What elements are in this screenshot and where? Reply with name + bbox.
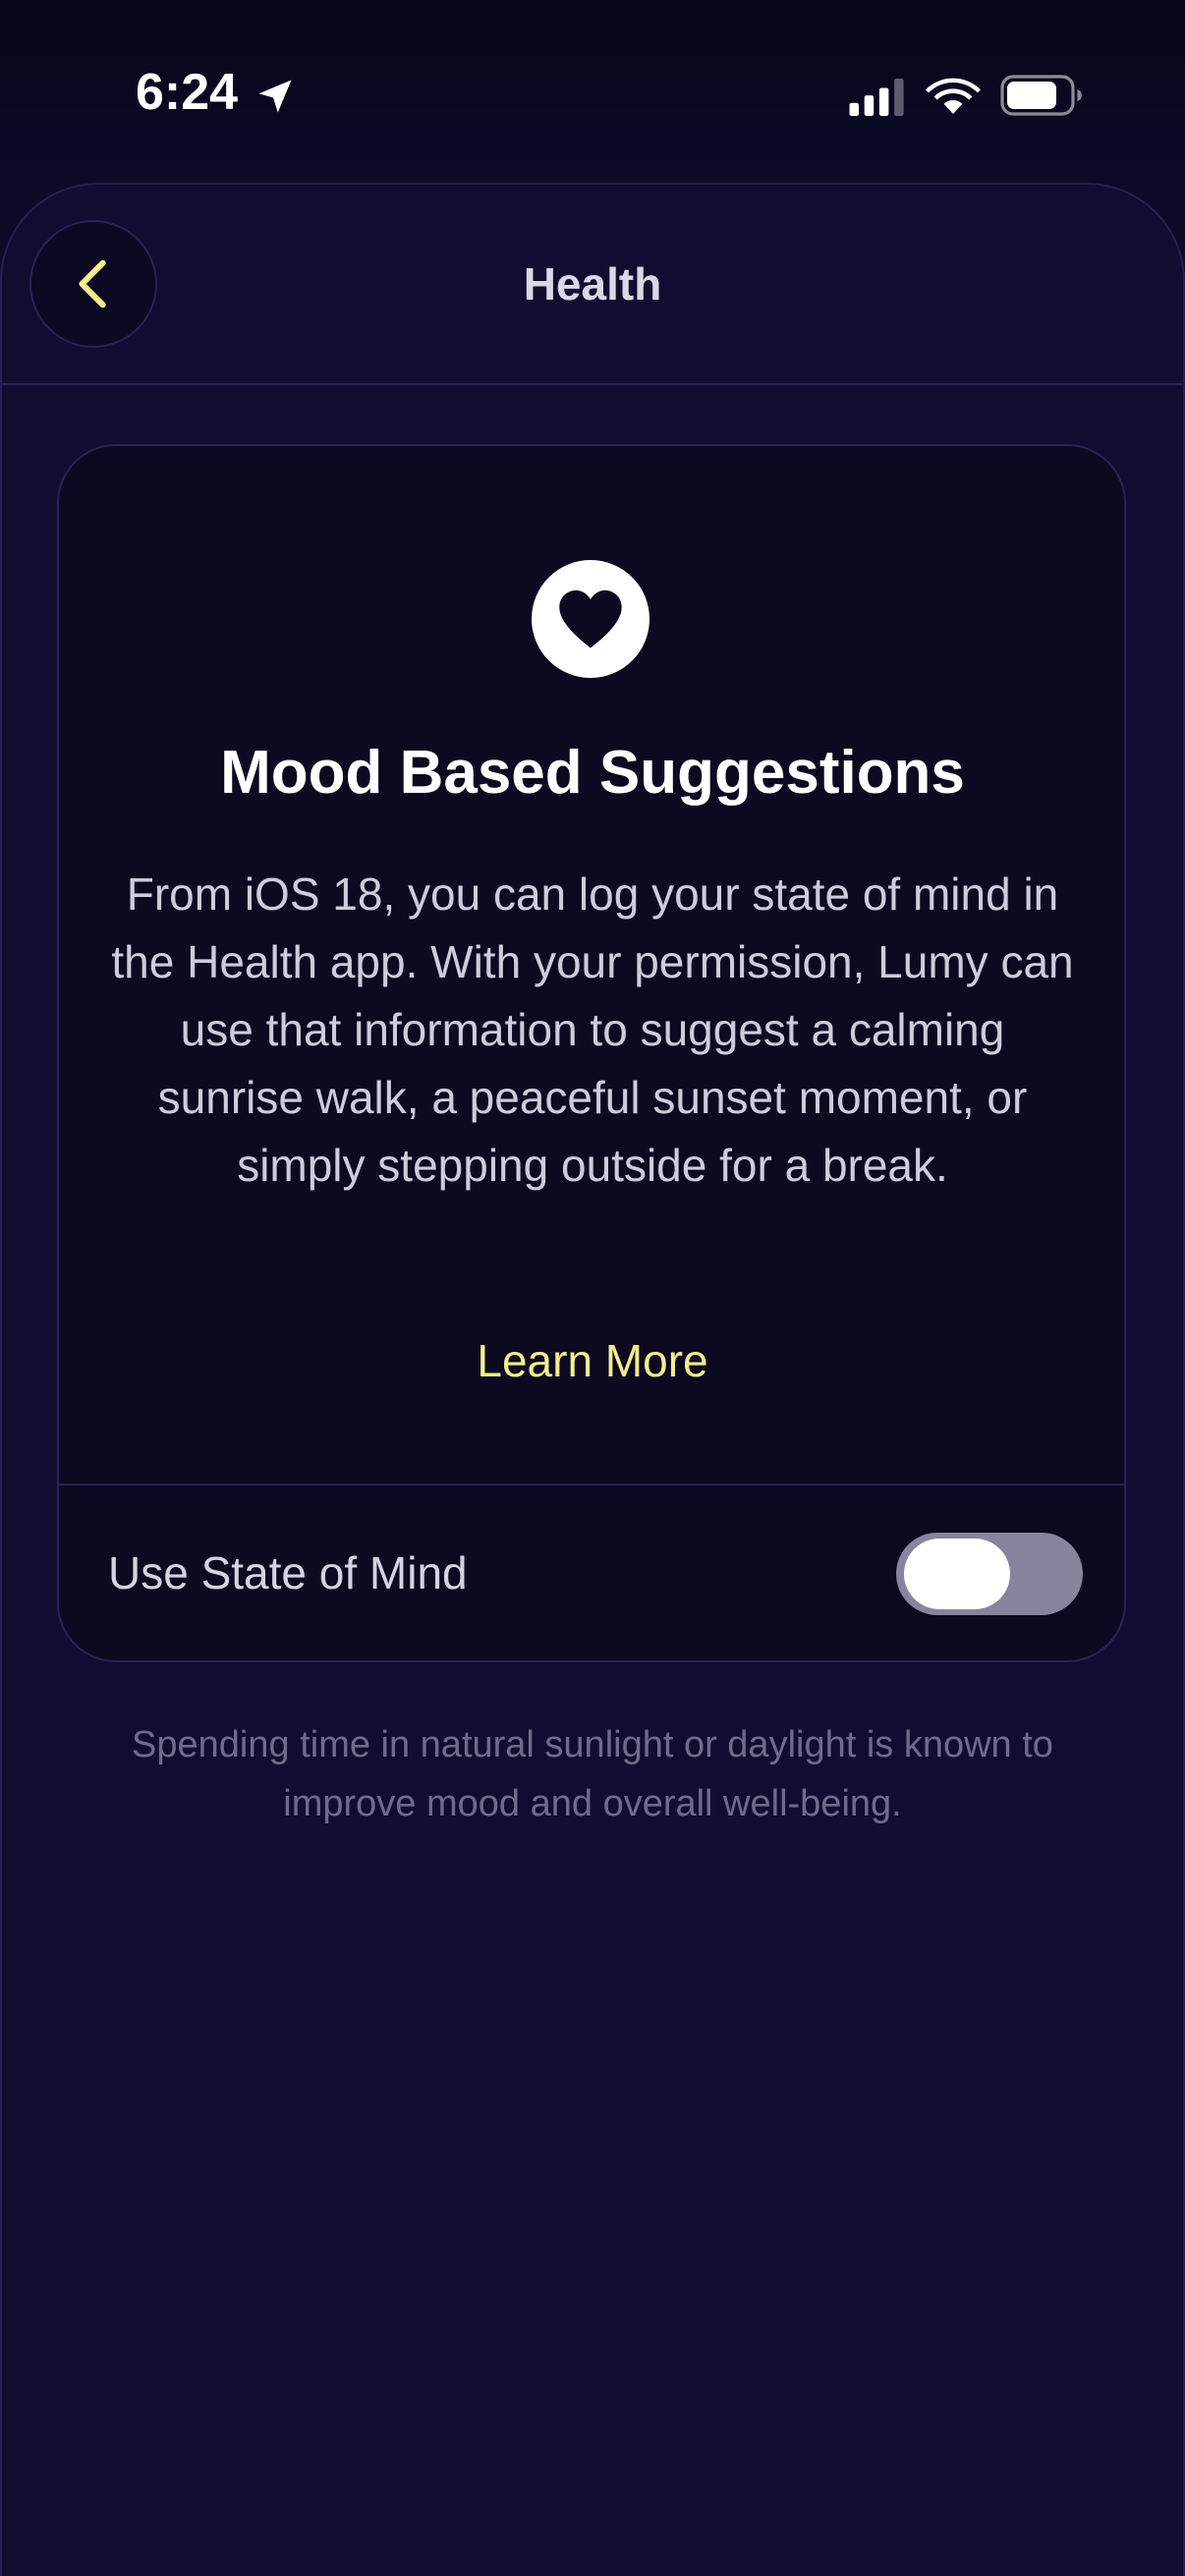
card-description: From iOS 18, you can log your state of m… — [111, 868, 1074, 1191]
status-time: 6:24 — [136, 64, 239, 121]
card-title: Mood Based Suggestions — [220, 739, 965, 807]
location-arrow-icon — [258, 80, 292, 113]
page-title: Health — [523, 258, 662, 309]
battery-icon — [1000, 75, 1082, 116]
back-button[interactable] — [29, 220, 157, 348]
cellular-signal-icon — [849, 79, 904, 116]
toggle-knob — [904, 1539, 1010, 1609]
state-of-mind-toggle[interactable] — [896, 1533, 1083, 1615]
screen: 6:24 Health Mood Based Suggestions From … — [0, 0, 1185, 2576]
wifi-icon — [926, 78, 981, 114]
heart-icon — [559, 589, 622, 648]
heart-badge — [532, 560, 649, 678]
card-divider — [59, 1484, 1124, 1485]
chevron-left-icon — [79, 259, 106, 308]
footer-note: Spending time in natural sunlight or day… — [132, 1724, 1053, 1824]
status-bar: 6:24 — [0, 0, 1185, 187]
toggle-label: Use State of Mind — [108, 1547, 468, 1598]
learn-more-link[interactable]: Learn More — [373, 1328, 812, 1393]
